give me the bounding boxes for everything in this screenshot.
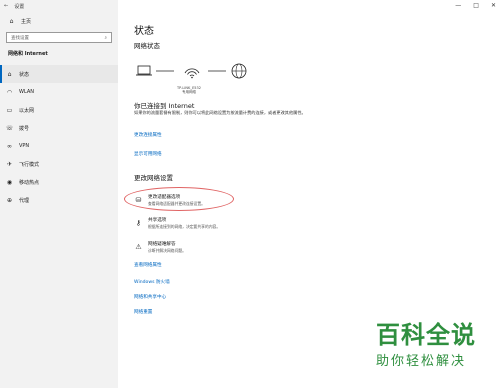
sidebar-item-label: WLAN: [19, 89, 35, 95]
router-type: 专用网络: [182, 90, 196, 95]
sidebar-item-wlan[interactable]: ◠ WLAN: [0, 83, 118, 101]
network-reset-link[interactable]: 网络重置: [134, 309, 152, 315]
search-placeholder: 查找设置: [11, 35, 29, 41]
network-troubleshooter[interactable]: ⚠ 网络疑难解答 诊断并解决网络问题。: [134, 240, 354, 258]
search-input[interactable]: 查找设置 ⌕: [6, 32, 112, 43]
windows-firewall-link[interactable]: Windows 防火墙: [134, 279, 170, 285]
minimize-button[interactable]: —: [455, 2, 461, 9]
sidebar-item-hotspot[interactable]: ◉ 移动热点: [0, 173, 118, 191]
close-button[interactable]: ✕: [491, 2, 496, 9]
window-title: 设置: [14, 3, 25, 10]
show-available-networks-link[interactable]: 显示可用网络: [134, 151, 162, 157]
phone-icon: ☏: [5, 124, 14, 132]
sidebar-item-label: 状态: [19, 71, 30, 78]
sidebar-item-label: 以太网: [19, 107, 35, 114]
settings-window: ← 设置 ⌂ 主页 查找设置 ⌕ 网络和 Internet ⌂ 状态 ◠ WLA…: [0, 0, 500, 388]
sharing-options[interactable]: ⚷ 共享选项 根据所连接到的网络，决定要共享的内容。: [134, 216, 354, 234]
watermark-title: 百科全说: [376, 321, 476, 349]
sidebar-item-status[interactable]: ⌂ 状态: [0, 65, 118, 83]
sidebar-item-label: 代理: [19, 197, 30, 204]
adapter-options[interactable]: ⛁ 更改适配器选项 查看网络适配器并更改连接设置。: [134, 193, 354, 211]
network-sharing-center-link[interactable]: 网络和共享中心: [134, 294, 166, 300]
sidebar-item-ethernet[interactable]: ▭ 以太网: [0, 101, 118, 119]
option-title: 共享选项: [148, 218, 167, 223]
sidebar-item-label: 飞行模式: [19, 161, 40, 168]
network-status-label: 网络状态: [134, 42, 160, 50]
router-label: TP-LINK_E532 专用网络: [170, 86, 208, 94]
connected-description: 如果你的流量套餐有限制，则你可以将此网络设置为按流量计费的连接，或者更改其他属性…: [134, 110, 306, 115]
sidebar-item-proxy[interactable]: ⊕ 代理: [0, 191, 118, 209]
sidebar-item-airplane[interactable]: ✈ 飞行模式: [0, 155, 118, 173]
laptop-icon: [136, 65, 152, 76]
sidebar-item-label: 拨号: [19, 125, 30, 132]
page-title: 状态: [134, 26, 154, 37]
globe-icon: ⌂: [7, 70, 12, 78]
hotspot-icon: ◉: [6, 178, 13, 186]
watermark: 百科全说 助你轻松解决: [376, 322, 492, 369]
sidebar: ← 设置 ⌂ 主页 查找设置 ⌕ 网络和 Internet ⌂ 状态 ◠ WLA…: [0, 0, 118, 388]
wifi-icon: ◠: [6, 88, 13, 96]
title-bar: ← 设置: [0, 0, 118, 12]
adapter-icon: ⛁: [135, 195, 142, 204]
sidebar-section-title: 网络和 Internet: [8, 51, 48, 57]
vpn-icon: ∞: [7, 142, 12, 150]
globe-icon: [231, 63, 247, 79]
view-network-properties-link[interactable]: 查看网络属性: [134, 262, 162, 268]
connected-title: 你已连接到 Internet: [134, 102, 195, 110]
option-subtitle: 根据所连接到的网络，决定要共享的内容。: [148, 224, 221, 229]
sidebar-item-dialup[interactable]: ☏ 拨号: [0, 119, 118, 137]
option-title: 网络疑难解答: [148, 242, 176, 247]
search-icon: ⌕: [104, 35, 107, 41]
sidebar-item-label: VPN: [19, 143, 30, 149]
wifi-icon: [184, 68, 200, 79]
sidebar-item-vpn[interactable]: ∞ VPN: [0, 137, 118, 155]
maximize-button[interactable]: □: [473, 2, 479, 9]
change-connection-properties-link[interactable]: 更改连接属性: [134, 132, 162, 138]
home-icon: ⌂: [9, 18, 14, 25]
window-controls: — □ ✕: [455, 2, 496, 9]
ethernet-icon: ▭: [6, 106, 13, 114]
sidebar-item-label: 移动热点: [19, 179, 40, 186]
option-subtitle: 诊断并解决网络问题。: [148, 248, 186, 253]
warning-icon: ⚠: [135, 242, 142, 251]
globe-icon: ⊕: [6, 196, 13, 204]
option-title: 更改适配器选项: [148, 195, 181, 200]
back-icon[interactable]: ←: [4, 3, 8, 9]
sidebar-item-home[interactable]: ⌂ 主页: [0, 12, 118, 25]
watermark-subtitle: 助你轻松解决: [376, 354, 467, 369]
option-subtitle: 查看网络适配器并更改连接设置。: [148, 201, 205, 206]
airplane-icon: ✈: [6, 160, 13, 168]
share-icon: ⚷: [135, 218, 142, 227]
home-label: 主页: [21, 19, 32, 25]
change-settings-title: 更改网络设置: [134, 174, 173, 182]
